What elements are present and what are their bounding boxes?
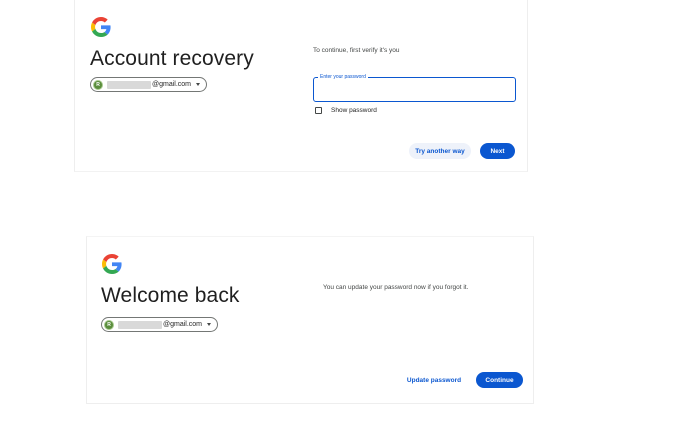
continue-button[interactable]: Continue: [476, 372, 523, 388]
screenshot-canvas: Account recovery R @gmail.com To continu…: [0, 0, 692, 432]
next-button[interactable]: Next: [480, 143, 515, 159]
email-domain: @gmail.com: [152, 81, 192, 88]
chevron-down-icon: [207, 323, 212, 326]
welcome-back-card: Welcome back R @gmail.com You can update…: [86, 236, 534, 404]
google-logo-icon: [102, 254, 122, 274]
password-field-label: Enter your password: [318, 74, 368, 81]
avatar: R: [104, 319, 114, 330]
account-chip[interactable]: R @gmail.com: [90, 77, 208, 92]
page-title: Welcome back: [101, 284, 240, 307]
redacted-email-username: [118, 320, 162, 329]
redacted-email-username: [107, 80, 151, 89]
password-field[interactable]: Enter your password: [313, 74, 516, 102]
show-password-checkbox[interactable]: [315, 107, 322, 114]
try-another-way-button[interactable]: Try another way: [409, 143, 471, 159]
update-password-button[interactable]: Update password: [402, 372, 466, 388]
verify-instruction: To continue, first verify it's you: [313, 47, 400, 54]
page-title: Account recovery: [90, 47, 254, 70]
show-password-label: Show password: [331, 107, 377, 114]
avatar: R: [93, 79, 103, 90]
show-password-toggle[interactable]: Show password: [315, 107, 377, 114]
update-password-message: You can update your password now if you …: [323, 284, 469, 291]
account-chip[interactable]: R @gmail.com: [101, 317, 219, 332]
chevron-down-icon: [196, 83, 201, 86]
email-domain: @gmail.com: [163, 321, 203, 328]
password-input[interactable]: [318, 84, 498, 94]
account-recovery-card: Account recovery R @gmail.com To continu…: [74, 0, 528, 172]
google-logo-icon: [91, 17, 111, 37]
